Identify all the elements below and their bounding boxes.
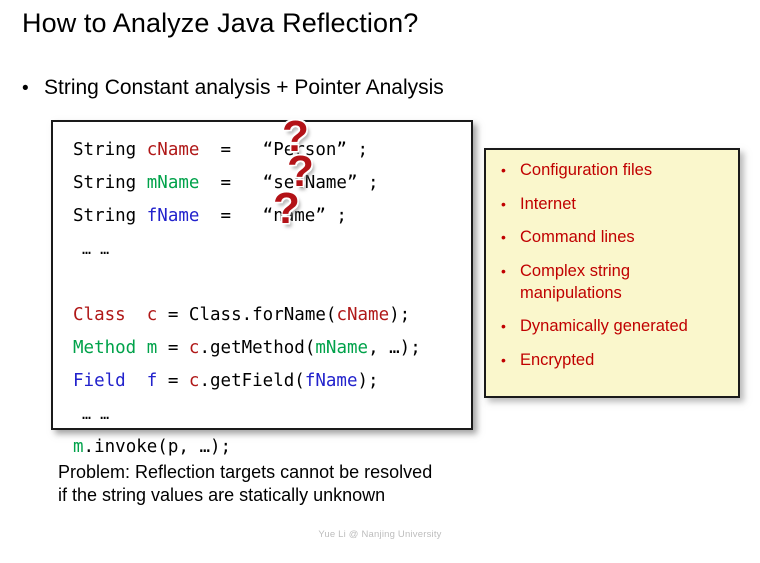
- problem-note: Problem: Reflection targets cannot be re…: [58, 461, 432, 507]
- code-token: );: [357, 371, 379, 391]
- code-token: =: [157, 371, 189, 391]
- line-ellipsis-1: … …: [73, 233, 421, 266]
- code-token: fName: [146, 206, 200, 226]
- callout-item: • Complex string manipulations: [496, 260, 732, 304]
- callout-item: • Dynamically generated: [496, 315, 732, 337]
- code-token: c: [146, 305, 158, 325]
- code-token: m: [73, 437, 84, 457]
- code-token: f: [146, 371, 158, 391]
- bullet-dot-icon: •: [501, 262, 506, 279]
- callout-item: • Internet: [496, 193, 732, 215]
- code-token: String: [73, 140, 147, 160]
- code-token: … …: [73, 405, 110, 423]
- code-token: .getField(: [199, 371, 305, 391]
- code-listing: String cName = “Person” ; String mName = …: [73, 134, 421, 464]
- callout-item-label: Encrypted: [520, 350, 595, 369]
- code-token: cName: [146, 140, 200, 160]
- line-ellipsis-2: … …: [73, 398, 421, 431]
- code-token: m: [146, 338, 158, 358]
- problem-note-line-1: Problem: Reflection targets cannot be re…: [58, 462, 433, 482]
- line-blank-1: [73, 266, 421, 299]
- code-token: = “name” ;: [199, 206, 347, 226]
- code-token: cName: [336, 305, 390, 325]
- bullet-dot-icon: •: [501, 229, 506, 245]
- callout-item: • Encrypted: [496, 349, 732, 371]
- callout-list: • Configuration files • Internet • Command li…: [496, 159, 732, 382]
- code-token: c: [188, 338, 200, 358]
- callout-item: • Configuration files: [496, 159, 732, 181]
- code-token: c: [188, 371, 200, 391]
- callout-item-label: Complex string manipulations: [520, 261, 631, 302]
- code-token: String: [73, 173, 147, 193]
- callout-item-label: Configuration files: [520, 161, 653, 179]
- bullet-dot-icon: •: [501, 162, 506, 178]
- line-class: Class c = Class.forName(cName);: [73, 299, 421, 332]
- code-token: = Class.forName(: [157, 305, 337, 325]
- bullet-dot-icon: •: [22, 78, 29, 99]
- code-token: fName: [304, 371, 358, 391]
- callout-item-label: Dynamically generated: [520, 317, 688, 335]
- line-field: Field f = c.getField(fName);: [73, 365, 421, 398]
- code-panel: String cName = “Person” ; String mName = …: [51, 120, 473, 457]
- bullet-dot-icon: •: [501, 195, 506, 212]
- bullet-dot-icon: •: [501, 351, 506, 368]
- code-token: = “setName” ;: [199, 173, 379, 193]
- code-token: mName: [146, 173, 200, 193]
- code-token: mName: [315, 338, 369, 358]
- callout-item-label: Command lines: [520, 228, 635, 246]
- line-method: Method m = c.getMethod(mName, …);: [73, 332, 421, 365]
- code-token: = “Person” ;: [199, 140, 369, 160]
- line-invoke: m.invoke(p, …);: [73, 431, 421, 464]
- line-cname: String cName = “Person” ;: [73, 134, 421, 167]
- code-token: Method: [73, 338, 137, 358]
- top-bullet-line: • String Constant analysis + Pointer Ana…: [22, 76, 444, 100]
- callout-box: • Configuration files • Internet • Command li…: [484, 148, 740, 398]
- code-token: .getMethod(: [199, 338, 316, 358]
- page-title: How to Analyze Java Reflection?: [22, 8, 419, 38]
- code-token: , …);: [368, 338, 421, 358]
- code-token: Field: [73, 371, 126, 391]
- line-fname: String fName = “name” ;: [73, 200, 421, 233]
- callout-item: • Command lines: [496, 226, 732, 248]
- code-token: =: [157, 338, 189, 358]
- code-token: );: [389, 305, 411, 325]
- bullet-dot-icon: •: [501, 318, 506, 334]
- code-token: Class: [73, 305, 126, 325]
- line-mname: String mName = “setName” ;: [73, 167, 421, 200]
- code-token: … …: [73, 240, 110, 258]
- callout-item-label: Internet: [520, 194, 576, 213]
- top-bullet-label: String Constant analysis + Pointer Analy…: [44, 76, 444, 99]
- code-token: .invoke(p, …);: [83, 437, 232, 457]
- footer-credit: Yue Li @ Nanjing University: [318, 529, 442, 540]
- code-token: String: [73, 206, 147, 226]
- problem-note-line-2: if the string values are statically unkn…: [58, 485, 386, 505]
